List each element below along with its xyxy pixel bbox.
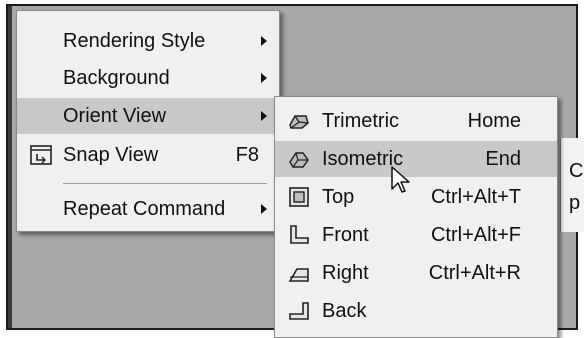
submenu-item-isometric[interactable]: Isometric End [275,141,557,177]
window-edge [8,6,12,328]
mouse-pointer-icon [391,166,410,193]
menu-item-snap-view[interactable]: Snap View F8 [17,137,279,173]
submenu-item-top[interactable]: Top Ctrl+Alt+T [275,179,557,215]
menu-item-label: Orient View [63,104,167,127]
snap-view-icon [30,145,52,165]
panel-text-line-1: C [569,160,584,182]
submenu-item-back[interactable]: Back [275,293,557,329]
submenu-item-right[interactable]: Right Ctrl+Alt+R [275,255,557,291]
isometric-view-icon [289,152,309,168]
menu-item-shortcut: End [485,147,521,170]
menu-item-rendering-style[interactable]: Rendering Style [17,23,279,59]
menu-item-shortcut: Ctrl+Alt+R [428,261,521,284]
menu-item-label: Right [322,261,369,284]
submenu-arrow-icon [261,204,267,214]
menu-item-shortcut: F8 [235,143,259,166]
top-view-icon [289,187,309,207]
context-menu: Rendering Style Background Orient View S… [16,10,280,232]
submenu-item-front[interactable]: Front Ctrl+Alt+F [275,217,557,253]
menu-item-label: Snap View [63,143,159,166]
trimetric-view-icon [289,115,309,129]
menu-item-label: Background [63,66,170,89]
menu-separator [63,183,267,184]
panel-text-line-2: p [569,192,581,214]
menu-item-shortcut: Ctrl+Alt+T [430,185,521,208]
orient-view-submenu: Trimetric Home Isometric End Top Ctrl+Al… [274,96,558,338]
menu-item-label: Back [322,299,367,322]
menu-item-background[interactable]: Background [17,60,279,96]
submenu-arrow-icon [261,111,267,121]
submenu-arrow-icon [261,36,267,46]
menu-item-repeat-command[interactable]: Repeat Command [17,191,279,227]
menu-item-label: Rendering Style [63,29,206,52]
right-view-icon [288,268,309,282]
submenu-item-trimetric[interactable]: Trimetric Home [275,103,557,139]
menu-item-orient-view[interactable]: Orient View [17,98,279,134]
back-view-icon [289,302,309,320]
menu-item-shortcut: Ctrl+Alt+F [430,223,521,246]
right-side-panel: C p [560,138,584,232]
menu-item-label: Trimetric [322,109,400,132]
submenu-arrow-icon [261,73,267,83]
menu-item-label: Repeat Command [63,197,226,220]
front-view-icon [290,225,309,244]
menu-item-shortcut: Home [467,109,521,132]
menu-item-label: Top [322,185,355,208]
menu-item-label: Front [322,223,369,246]
